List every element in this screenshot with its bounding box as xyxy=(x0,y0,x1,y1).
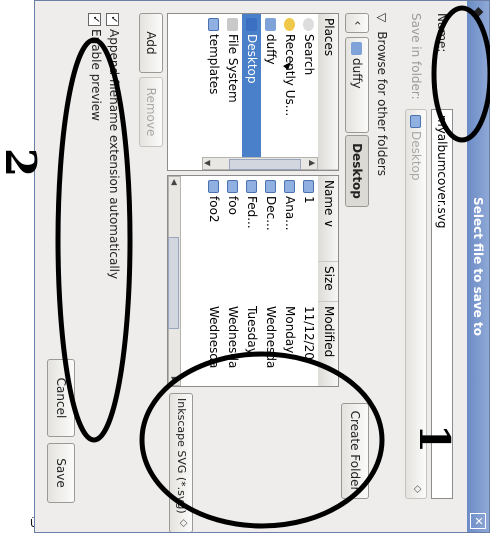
places-item-search[interactable]: Search xyxy=(299,14,318,170)
cancel-label: Cancel xyxy=(54,377,68,419)
folder-icon xyxy=(284,180,295,193)
close-button[interactable]: ✕ xyxy=(470,513,486,529)
file-type-filter-combo[interactable]: Inkscape SVG (*.svg) ◇ xyxy=(169,393,193,533)
save-in-value: Desktop xyxy=(409,131,423,181)
files-pane: Name ∨ Size Modified 1 11/12/20 Ana... Mon… xyxy=(167,175,339,387)
places-item-desktop[interactable]: Desktop xyxy=(242,14,261,170)
folder-icon xyxy=(246,180,257,193)
dialog-title: Select file to save to xyxy=(471,197,485,336)
scroll-down-icon: ▼ xyxy=(203,160,212,167)
places-item-label: duffy xyxy=(264,34,278,65)
column-header-name[interactable]: Name ∨ xyxy=(318,176,338,262)
file-name: Dec... xyxy=(264,196,278,231)
sort-descending-icon: ∨ xyxy=(322,219,336,229)
places-item-label: File System xyxy=(226,34,240,103)
filter-value: Inkscape SVG (*.svg) xyxy=(175,398,188,514)
home-folder-icon xyxy=(351,42,362,55)
drive-icon xyxy=(227,18,238,31)
places-item-duffy[interactable]: duffy xyxy=(261,14,280,170)
file-name: 1 xyxy=(302,196,316,204)
create-folder-button[interactable]: Create Folder xyxy=(341,403,369,499)
scroll-right-icon: ▶ xyxy=(170,376,179,383)
places-item-recent[interactable]: Recently Us... xyxy=(280,14,299,170)
places-item-label: Desktop xyxy=(245,34,259,84)
files-hscrollbar[interactable]: ◀ ▶ xyxy=(168,176,181,386)
remove-bookmark-button: Remove xyxy=(139,77,163,147)
file-row[interactable]: foo2 Wednesda xyxy=(204,176,223,386)
clock-icon xyxy=(284,18,295,31)
enable-preview-checkbox[interactable]: ✓ xyxy=(88,13,101,26)
append-extension-label: Append filename extension automatically xyxy=(107,29,121,280)
combo-arrows-icon: ◇ xyxy=(412,485,423,493)
places-item-label: Search xyxy=(302,34,316,76)
desktop-icon xyxy=(246,18,257,31)
column-name-label: Name xyxy=(322,180,336,216)
path-button-label: Desktop xyxy=(350,143,364,199)
places-item-filesystem[interactable]: File System xyxy=(223,14,242,170)
expander-arrow-icon: ▽ xyxy=(375,13,389,23)
create-folder-label: Create Folder xyxy=(348,410,362,492)
column-header-size[interactable]: Size xyxy=(318,262,338,302)
save-in-label: Save in folder: xyxy=(409,13,423,100)
append-extension-checkbox[interactable]: ✓ xyxy=(106,13,119,26)
path-back-button[interactable]: ‹ xyxy=(345,13,369,33)
annotation-number-2: 2 xyxy=(0,147,46,178)
file-modified: 11/12/20 xyxy=(302,306,316,360)
file-name: Ana... xyxy=(283,196,297,231)
chevron-left-icon: ‹ xyxy=(351,20,365,26)
path-button-duffy[interactable]: duffy xyxy=(345,37,369,133)
folder-icon xyxy=(410,115,421,128)
folder-icon xyxy=(208,180,219,193)
scrollbar-thumb[interactable] xyxy=(168,237,179,329)
folder-icon xyxy=(265,180,276,193)
path-button-desktop[interactable]: Desktop xyxy=(345,135,369,207)
cancel-button[interactable]: Cancel xyxy=(47,359,75,437)
places-header: Places xyxy=(318,14,338,170)
browse-label: Browse for other folders xyxy=(375,31,389,177)
combo-arrows-icon: ◇ xyxy=(178,519,189,527)
file-modified: Wednesda xyxy=(226,306,240,369)
places-item-label: templates xyxy=(207,34,221,95)
save-label: Save xyxy=(54,458,68,488)
places-pane: Places Search Recently Us... duffy Deskt… xyxy=(167,13,339,171)
file-modified: Tuesday xyxy=(245,306,259,355)
file-name: foo xyxy=(226,196,240,215)
folder-icon xyxy=(227,180,238,193)
path-button-label: duffy xyxy=(350,58,364,89)
file-row[interactable]: foo Wednesda xyxy=(223,176,242,386)
dialog-titlebar[interactable]: ◆ Select file to save to ✕ xyxy=(467,1,489,532)
file-name: foo2 xyxy=(207,196,221,223)
enable-preview-label: Enable preview xyxy=(89,29,103,121)
folder-icon xyxy=(208,18,219,31)
remove-label: Remove xyxy=(144,87,158,137)
annotation-number-1: 1 xyxy=(410,423,460,454)
file-row[interactable]: Fed... Tuesday xyxy=(242,176,261,386)
file-modified: Wednesda xyxy=(207,306,221,369)
column-header-modified[interactable]: Modified xyxy=(318,302,338,387)
name-label: Name: xyxy=(435,13,449,53)
file-modified: Wednesda xyxy=(264,306,278,369)
folder-icon xyxy=(303,180,314,193)
file-row[interactable]: 1 11/12/20 xyxy=(299,176,318,386)
places-scrollbar[interactable]: ▲ ▼ xyxy=(202,157,318,170)
places-item-label: Recently Us... xyxy=(283,34,297,117)
file-row[interactable]: Dec... Wednesda xyxy=(261,176,280,386)
scrollbar-thumb[interactable] xyxy=(229,159,301,170)
file-row[interactable]: Ana... Monday xyxy=(280,176,299,386)
scroll-up-icon: ▲ xyxy=(308,160,317,167)
file-modified: Monday xyxy=(283,306,297,354)
file-name: Fed... xyxy=(245,196,259,229)
scroll-left-icon: ◀ xyxy=(170,179,179,186)
add-bookmark-button[interactable]: Add xyxy=(139,13,163,73)
save-button[interactable]: Save xyxy=(47,443,75,503)
search-icon xyxy=(303,18,314,31)
home-folder-icon xyxy=(265,18,276,31)
add-label: Add xyxy=(144,31,158,55)
places-item-templates[interactable]: templates xyxy=(204,14,223,170)
browse-folders-expander[interactable]: ▽ Browse for other folders xyxy=(374,13,393,176)
